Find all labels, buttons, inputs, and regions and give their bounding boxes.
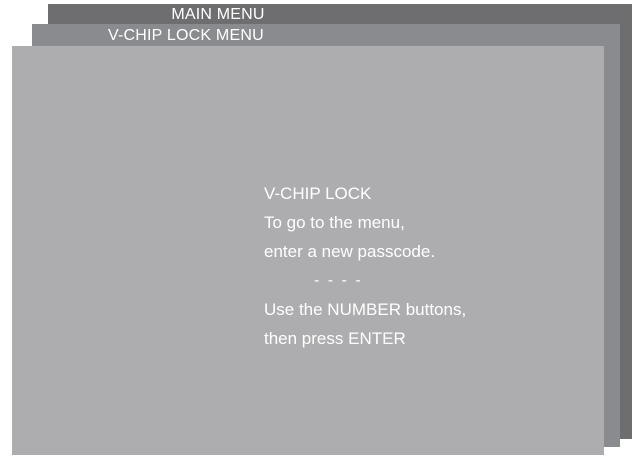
dialog-heading: V-CHIP LOCK (264, 184, 372, 203)
passcode-entry-field[interactable]: - - - - (264, 266, 466, 295)
vchip-lock-content: V-CHIP LOCK To go to the menu, enter a n… (264, 179, 466, 353)
vchip-lock-menu-title: V-CHIP LOCK MENU (108, 27, 264, 44)
dialog-text-line-2: enter a new passcode. (264, 242, 436, 261)
main-menu-title: MAIN MENU (171, 6, 265, 23)
instruction-line-1: Use the NUMBER buttons, (264, 300, 467, 319)
instruction-line-2: then press ENTER (264, 329, 406, 348)
dialog-text-line-1: To go to the menu, (264, 213, 405, 232)
tv-osd-screen: MAIN MENU V-CHIP LOCK MENU V-CHIP LOCK T… (0, 0, 636, 459)
